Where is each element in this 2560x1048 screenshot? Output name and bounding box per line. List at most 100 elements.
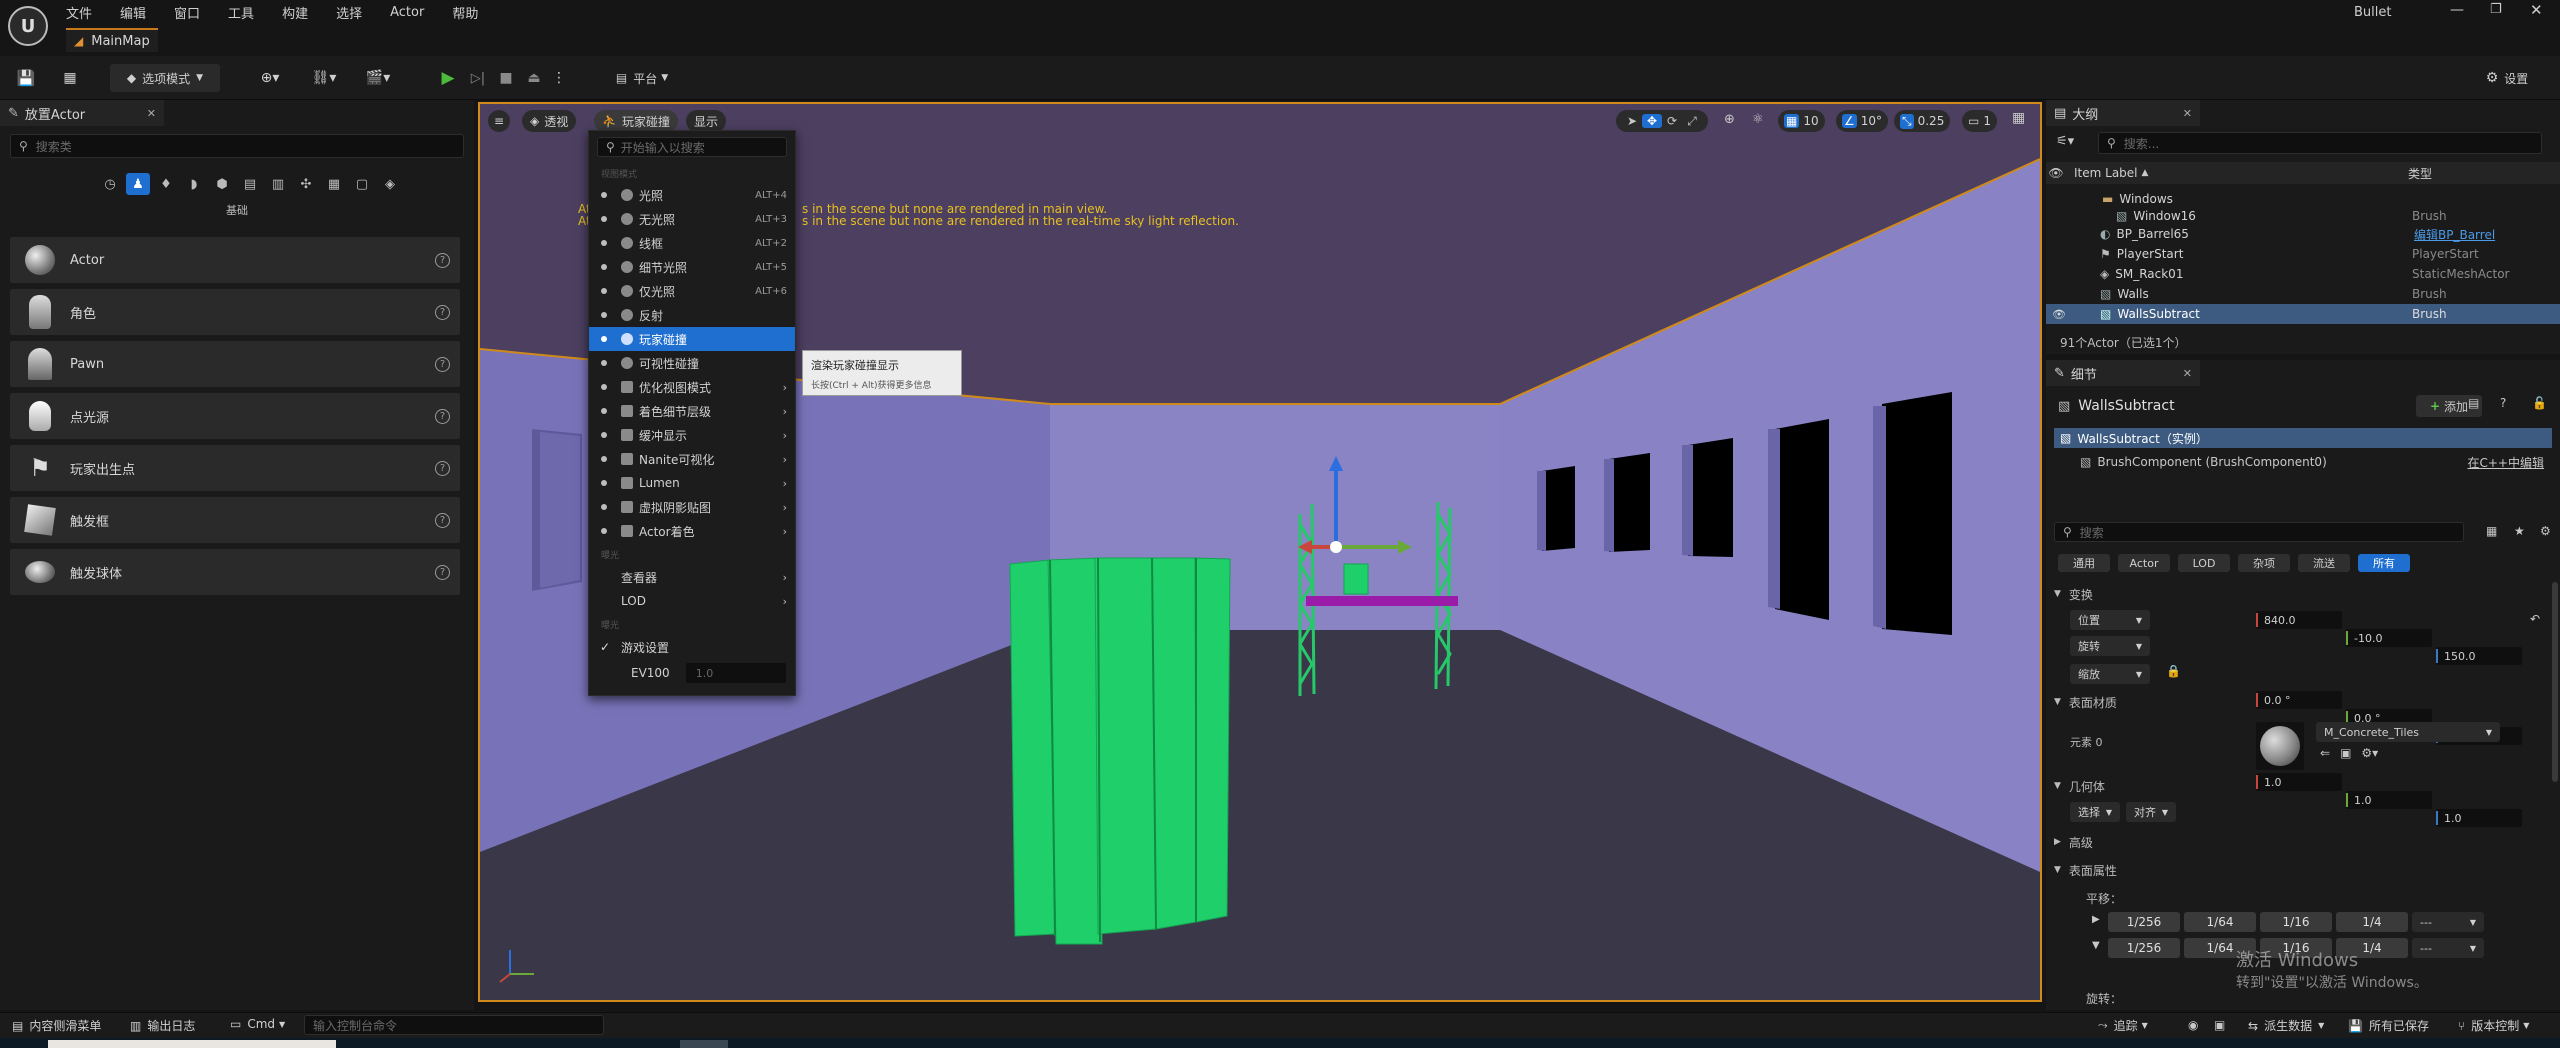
submenu-lod[interactable]: LOD › bbox=[589, 589, 795, 613]
material-thumbnail[interactable] bbox=[2256, 722, 2304, 770]
viewport-menu-button[interactable]: ≡ bbox=[488, 110, 510, 132]
outliner-row-window16[interactable]: ▧ Window16 Brush bbox=[2046, 208, 2560, 224]
recent-icon[interactable]: ◷ bbox=[98, 173, 122, 195]
perspective-dropdown[interactable]: ◈ 透视 bbox=[522, 110, 577, 132]
visibility-icon[interactable]: 👁 bbox=[2046, 166, 2066, 180]
actor-item-pawn[interactable]: Pawn ? bbox=[10, 341, 460, 387]
taskbar-thumbnail[interactable] bbox=[48, 1040, 336, 1048]
menu-item-wireframe[interactable]: 线框 ALT+2 bbox=[589, 231, 795, 255]
outliner-tab[interactable]: ▤ 大纲 ✕ bbox=[2046, 100, 2200, 126]
place-actor-tab[interactable]: ✎ 放置Actor ✕ bbox=[0, 100, 164, 126]
help-icon[interactable]: ? bbox=[435, 460, 450, 476]
select-icon[interactable]: ➤ bbox=[1622, 114, 1642, 128]
submenu-lumen[interactable]: Lumen › bbox=[589, 471, 795, 495]
save-icon[interactable]: 💾 bbox=[14, 64, 38, 92]
help-icon[interactable]: ? bbox=[435, 408, 450, 424]
menu-item-lit[interactable]: 光照 ALT+4 bbox=[589, 183, 795, 207]
shapes-icon[interactable]: ◗ bbox=[182, 173, 206, 195]
location-y-field[interactable]: -10.0 bbox=[2346, 629, 2432, 647]
submenu-actor-coloration[interactable]: Actor着色 › bbox=[589, 519, 795, 543]
show-dropdown[interactable]: 显示 bbox=[686, 110, 727, 132]
cinematics-icon[interactable]: 🎬▾ bbox=[358, 64, 398, 92]
close-tab-icon[interactable]: ✕ bbox=[2183, 107, 2192, 120]
stop-icon[interactable]: ■ bbox=[494, 64, 518, 92]
scale-z-field[interactable]: 1.0 bbox=[2436, 809, 2522, 827]
submenu-optimization[interactable]: 优化视图模式 › bbox=[589, 375, 795, 399]
menu-select[interactable]: 选择 bbox=[336, 3, 362, 22]
menu-item-unlit[interactable]: 无光照 ALT+3 bbox=[589, 207, 795, 231]
edit-in-cpp-link[interactable]: 在C++中编辑 bbox=[2468, 454, 2545, 471]
actor-item-actor[interactable]: Actor ? bbox=[10, 237, 460, 283]
settings-button[interactable]: ⚙ 设置 bbox=[2470, 64, 2544, 92]
class-search-input[interactable]: ⚲ 搜索类 bbox=[10, 134, 464, 158]
section-transform[interactable]: ▼ 变换 bbox=[2054, 582, 2093, 606]
basic-icon[interactable]: ♟ bbox=[126, 173, 150, 195]
level-tab[interactable]: ◢ MainMap bbox=[66, 28, 158, 52]
visual-effects-icon[interactable]: ▤ bbox=[238, 173, 262, 195]
outliner-row-playerstart[interactable]: ⚑ PlayerStart PlayerStart bbox=[2046, 244, 2560, 264]
derived-data-button[interactable]: ⇆ 派生数据 ▼ bbox=[2248, 1017, 2324, 1034]
close-tab-icon[interactable]: ✕ bbox=[2183, 367, 2192, 380]
outliner-row-bp-barrel65[interactable]: ◐ BP_Barrel65 编辑BP_Barrel bbox=[2046, 224, 2560, 244]
misc-icon[interactable]: ▢ bbox=[350, 173, 374, 195]
add-actor-icon[interactable]: ⊕▾ bbox=[250, 64, 290, 92]
view-mode-search-input[interactable]: ⚲ 开始输入以搜索 bbox=[597, 137, 787, 157]
minimize-icon[interactable]: — bbox=[2450, 2, 2464, 18]
filter-icon[interactable]: ⚟▾ bbox=[2056, 134, 2074, 149]
options-icon[interactable]: ⚙▾ bbox=[2361, 746, 2378, 760]
filter-misc[interactable]: 杂项 bbox=[2238, 554, 2290, 572]
type-column[interactable]: 类型 bbox=[2408, 165, 2432, 182]
table-view-icon[interactable]: ▦ bbox=[2486, 524, 2497, 538]
camera-icon[interactable]: ▣ bbox=[2214, 1018, 2225, 1032]
grid-snap-button[interactable]: ▦ 10 bbox=[1778, 110, 1825, 132]
menu-tools[interactable]: 工具 bbox=[228, 3, 254, 22]
more-options-icon[interactable]: ⋮ bbox=[552, 64, 566, 92]
mode-dropdown[interactable]: ◆ 选项模式 ▼ bbox=[110, 64, 220, 92]
unreal-logo-icon[interactable]: U bbox=[8, 6, 48, 46]
outliner-row-wallssubtract[interactable]: 👁 ▧ WallsSubtract Brush bbox=[2046, 304, 2560, 324]
pan-u-16[interactable]: 1/16 bbox=[2260, 912, 2332, 932]
volumes-icon[interactable]: ✣ bbox=[294, 173, 318, 195]
edit-blueprint-link[interactable]: 编辑BP_Barrel bbox=[2414, 226, 2495, 243]
help-icon[interactable]: ? bbox=[435, 252, 450, 268]
geometry-icon[interactable]: ▥ bbox=[266, 173, 290, 195]
actor-item-trigger-box[interactable]: 触发框 ? bbox=[10, 497, 460, 543]
ev100-slider[interactable]: 1.0 bbox=[685, 663, 786, 683]
menu-actor[interactable]: Actor bbox=[390, 5, 424, 20]
scale-dropdown[interactable]: 缩放 ▼ bbox=[2070, 664, 2150, 684]
play-row-icon[interactable]: ▶ bbox=[2092, 914, 2100, 925]
menu-item-detail-lighting[interactable]: 细节光照 ALT+5 bbox=[589, 255, 795, 279]
rotation-x-field[interactable]: 0.0 ° bbox=[2256, 691, 2342, 709]
item-label-column[interactable]: Item Label bbox=[2074, 166, 2138, 180]
details-tab[interactable]: ✎ 细节 ✕ bbox=[2046, 360, 2200, 386]
material-dropdown[interactable]: M_Concrete_Tiles ▼ bbox=[2316, 722, 2500, 742]
save-all-button[interactable]: 💾 所有已保存 bbox=[2348, 1017, 2429, 1034]
cinematic-icon[interactable]: ⬢ bbox=[210, 173, 234, 195]
view-mode-dropdown[interactable]: ⛹ 玩家碰撞 bbox=[594, 110, 678, 132]
chevron-down-icon[interactable]: ▼ bbox=[2092, 940, 2100, 951]
settings-icon[interactable]: ▤ bbox=[2468, 396, 2479, 410]
scale-x-field[interactable]: 1.0 bbox=[2256, 773, 2342, 791]
eject-icon[interactable]: ⏏ bbox=[522, 64, 546, 92]
eye-icon[interactable]: 👁 bbox=[2052, 308, 2066, 321]
filter-lod[interactable]: LOD bbox=[2178, 554, 2230, 572]
lock-icon[interactable]: 🔒 bbox=[2166, 664, 2181, 678]
section-surface-material[interactable]: ▼ 表面材质 bbox=[2054, 690, 2117, 714]
location-x-field[interactable]: 840.0 bbox=[2256, 611, 2342, 629]
step-icon[interactable]: ▷| bbox=[466, 64, 490, 92]
translate-icon[interactable]: ✥ bbox=[1642, 114, 1662, 128]
record-icon[interactable]: ◉ bbox=[2188, 1018, 2198, 1032]
submenu-nanite[interactable]: Nanite可视化 › bbox=[589, 447, 795, 471]
content-drawer-button[interactable]: ▤ 内容侧滑菜单 bbox=[12, 1017, 101, 1034]
actor-item-point-light[interactable]: 点光源 ? bbox=[10, 393, 460, 439]
help-icon[interactable]: ? bbox=[435, 304, 450, 320]
rotation-snap-button[interactable]: ∠ 10° bbox=[1836, 110, 1889, 132]
trace-button[interactable]: ⤳ 追踪 ▼ bbox=[2098, 1017, 2148, 1034]
actor-item-trigger-sphere[interactable]: 触发球体 ? bbox=[10, 549, 460, 595]
location-z-field[interactable]: 150.0 bbox=[2436, 647, 2522, 665]
menu-build[interactable]: 构建 bbox=[282, 3, 308, 22]
menu-item-player-collision[interactable]: 玩家碰撞 bbox=[589, 327, 795, 351]
scale-snap-button[interactable]: ⤡ 0.25 bbox=[1894, 110, 1951, 132]
filter-all[interactable]: 所有 bbox=[2358, 554, 2410, 572]
help-icon[interactable]: ? bbox=[435, 564, 450, 580]
